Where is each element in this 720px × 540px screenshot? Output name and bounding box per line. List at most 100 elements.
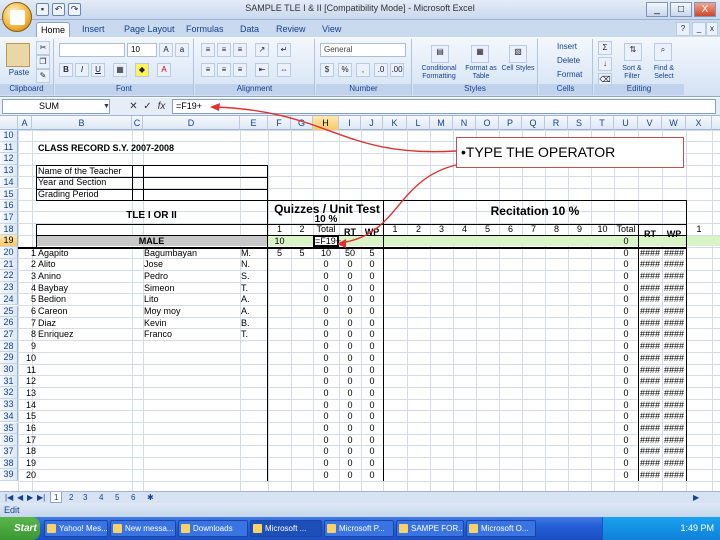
quiz-wp[interactable]: 0: [361, 318, 383, 329]
row-header-39[interactable]: 39: [0, 469, 18, 481]
insert-cells-button[interactable]: Insert: [557, 42, 577, 51]
minimize-button[interactable]: _: [646, 2, 668, 17]
recitation-rt[interactable]: ####: [638, 458, 662, 469]
column-header-l[interactable]: L: [407, 116, 430, 130]
quiz-total[interactable]: 0: [313, 318, 339, 329]
student-number[interactable]: 18: [18, 446, 36, 457]
recitation-col-header[interactable]: 6: [499, 224, 522, 235]
grow-font-icon[interactable]: A: [159, 43, 173, 57]
row-header-29[interactable]: 29: [0, 352, 18, 364]
recitation-wp[interactable]: ####: [662, 329, 686, 340]
align-middle-icon[interactable]: ≡: [217, 43, 231, 57]
column-header-t[interactable]: T: [591, 116, 614, 130]
student-middle-initial[interactable]: T.: [241, 329, 267, 340]
font-color-icon[interactable]: A: [157, 63, 171, 77]
recitation-col-header[interactable]: 3: [430, 224, 453, 235]
row-header-14[interactable]: 14: [0, 176, 18, 189]
column-header-h[interactable]: H: [313, 116, 339, 130]
align-top-icon[interactable]: ≡: [201, 43, 215, 57]
recitation-total[interactable]: 0: [614, 294, 638, 305]
shrink-font-icon[interactable]: a: [175, 43, 189, 57]
fill-color-icon[interactable]: ◆: [135, 63, 149, 77]
column-header-q[interactable]: Q: [522, 116, 545, 130]
find-select-button[interactable]: Find & Select: [648, 65, 680, 81]
student-last-name[interactable]: Careon: [38, 306, 132, 317]
quiz-rt[interactable]: 0: [339, 353, 361, 364]
student-middle-initial[interactable]: M.: [241, 248, 267, 259]
borders-icon[interactable]: ▦: [113, 63, 127, 77]
recitation-total[interactable]: 0: [614, 423, 638, 434]
row-header-23[interactable]: 23: [0, 282, 18, 294]
student-last-name[interactable]: Baybay: [38, 283, 132, 294]
recitation-rt[interactable]: ####: [638, 470, 662, 481]
number-format-dropdown[interactable]: General: [320, 43, 406, 57]
recitation-col-header[interactable]: 4: [453, 224, 476, 235]
student-number[interactable]: 16: [18, 423, 36, 434]
row-header-35[interactable]: 35: [0, 422, 18, 435]
column-header-x[interactable]: X: [686, 116, 712, 130]
row-header-22[interactable]: 22: [0, 270, 18, 283]
student-last-name[interactable]: Bedion: [38, 294, 132, 305]
student-last-name[interactable]: Diaz: [38, 318, 132, 329]
quiz-wp[interactable]: 0: [361, 306, 383, 317]
workbook-minimize-icon[interactable]: _: [692, 22, 706, 36]
column-header-f[interactable]: F: [268, 116, 291, 130]
recitation-total[interactable]: 0: [614, 318, 638, 329]
tab-home[interactable]: Home: [36, 22, 71, 38]
recitation-rt[interactable]: ####: [638, 318, 662, 329]
student-number[interactable]: 3: [18, 271, 36, 282]
recitation-total[interactable]: 0: [614, 435, 638, 446]
conditional-formatting-button[interactable]: Conditional Formatting: [417, 65, 461, 81]
quiz-total[interactable]: 0: [313, 306, 339, 317]
recitation-rt[interactable]: ####: [638, 388, 662, 399]
quiz-wp[interactable]: 0: [361, 423, 383, 434]
quiz-rt[interactable]: 0: [339, 411, 361, 422]
decrease-decimal-icon[interactable]: .00: [390, 63, 404, 77]
cell-u19[interactable]: 0: [614, 236, 638, 247]
recitation-rt[interactable]: ####: [638, 329, 662, 340]
recitation-wp[interactable]: ####: [662, 411, 686, 422]
student-number[interactable]: 20: [18, 470, 36, 481]
student-first-name[interactable]: Moy moy: [144, 306, 240, 317]
recitation-total[interactable]: 0: [614, 388, 638, 399]
sheet-tab-1[interactable]: 1: [50, 492, 63, 503]
new-sheet-icon[interactable]: ✱: [144, 492, 157, 503]
row-header-24[interactable]: 24: [0, 293, 18, 306]
recitation-wp[interactable]: ####: [662, 423, 686, 434]
quiz-rt[interactable]: 0: [339, 271, 361, 282]
recitation-total[interactable]: 0: [614, 365, 638, 376]
column-header-j[interactable]: J: [361, 116, 383, 130]
row-header-19[interactable]: 19: [0, 235, 18, 247]
student-number[interactable]: 7: [18, 318, 36, 329]
recitation-total[interactable]: 0: [614, 271, 638, 282]
quiz-rt[interactable]: 0: [339, 423, 361, 434]
student-number[interactable]: 11: [18, 365, 36, 376]
name-box-dropdown-icon[interactable]: ▼: [100, 100, 113, 113]
recitation-col-header[interactable]: 2: [407, 224, 430, 235]
workbook-close-icon[interactable]: x: [706, 22, 718, 36]
column-header-v[interactable]: V: [638, 116, 662, 130]
recitation-col-header[interactable]: 8: [545, 224, 568, 235]
align-right-icon[interactable]: ≡: [233, 63, 247, 77]
quiz-wp[interactable]: 0: [361, 411, 383, 422]
row-header-11[interactable]: 11: [0, 141, 18, 154]
quiz-wp[interactable]: 0: [361, 283, 383, 294]
row-header-13[interactable]: 13: [0, 165, 18, 177]
recitation-total[interactable]: 0: [614, 248, 638, 259]
cell-styles-button[interactable]: Cell Styles: [501, 65, 535, 73]
quiz-total[interactable]: 0: [313, 365, 339, 376]
currency-icon[interactable]: $: [320, 63, 334, 77]
x-col-header[interactable]: 1: [686, 224, 712, 235]
fill-icon[interactable]: ↓: [598, 57, 612, 71]
column-header-p[interactable]: P: [499, 116, 522, 130]
quiz-rt[interactable]: 0: [339, 294, 361, 305]
student-last-name[interactable]: Anino: [38, 271, 132, 282]
recitation-total[interactable]: 0: [614, 458, 638, 469]
column-header-g[interactable]: G: [291, 116, 313, 130]
recitation-total[interactable]: 0: [614, 376, 638, 387]
quiz-total[interactable]: 0: [313, 341, 339, 352]
male-label[interactable]: MALE: [36, 236, 267, 247]
quiz-total[interactable]: 0: [313, 271, 339, 282]
info-label[interactable]: Year and Section: [38, 177, 138, 188]
row-header-28[interactable]: 28: [0, 340, 18, 353]
